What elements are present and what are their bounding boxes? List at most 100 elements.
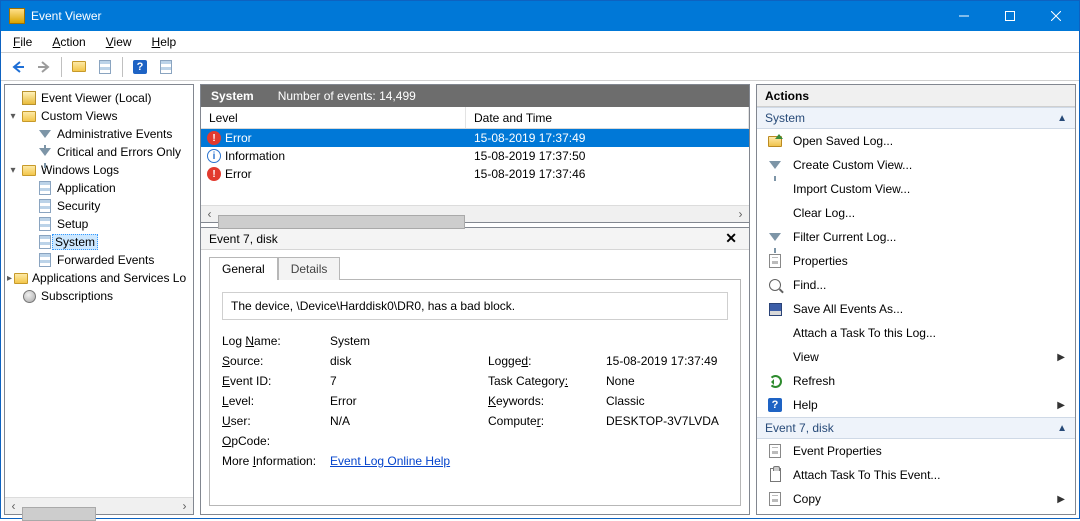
preview-button[interactable] [155,56,177,78]
tab-body-general: The device, \Device\Harddisk0\DR0, has a… [209,279,741,506]
k-eventid: Event ID: [222,374,322,388]
col-level[interactable]: Level [201,107,466,128]
v-eventid: 7 [330,374,480,388]
show-hide-tree-button[interactable] [68,56,90,78]
event-row[interactable]: i Information 15-08-2019 17:37:50 [201,147,749,165]
v-user: N/A [330,414,480,428]
k-level: Level: [222,394,322,408]
action-import-view[interactable]: Import Custom View... [757,177,1075,201]
scroll-left-icon[interactable]: ‹ [201,206,218,223]
action-create-view[interactable]: Create Custom View... [757,153,1075,177]
event-level: Error [225,167,252,181]
action-clear-log[interactable]: Clear Log... [757,201,1075,225]
k-source: Source: [222,354,322,368]
action-filter-log[interactable]: Filter Current Log... [757,225,1075,249]
actions-list: System▲ Open Saved Log... Create Custom … [757,107,1075,514]
log-header: System Number of events: 14,499 [201,85,749,107]
k-computer: Computer: [488,414,598,428]
chevron-up-icon: ▲ [1057,113,1067,124]
tab-details[interactable]: Details [278,257,341,280]
nav-forward-button[interactable] [33,56,55,78]
action-attach-task-log[interactable]: Attach a Task To this Log... [757,321,1075,345]
chevron-right-icon: ▶ [1057,400,1065,411]
tree-h-scrollbar[interactable]: ‹ › [5,497,193,514]
error-icon: ! [207,167,221,181]
tab-general[interactable]: General [209,257,278,280]
tree-admin-events[interactable]: Administrative Events [7,125,191,143]
event-rows[interactable]: !Error15-08-2019 17:37:49 i Information 15-… [201,129,749,205]
chevron-right-icon: ▶ [1057,494,1065,505]
col-date[interactable]: Date and Time [466,107,749,128]
action-find[interactable]: Find... [757,273,1075,297]
event-row[interactable]: ! Error 15-08-2019 17:37:46 [201,165,749,183]
list-h-scrollbar[interactable]: ‹ › [201,205,749,222]
help-button[interactable]: ? [129,56,151,78]
detail-title: Event 7, disk [209,232,278,246]
info-icon: i [207,149,221,163]
app-icon [9,8,25,24]
actions-section-system[interactable]: System▲ [757,107,1075,129]
action-properties[interactable]: Properties [757,249,1075,273]
action-view[interactable]: View▶ [757,345,1075,369]
v-logname: System [330,334,480,348]
tree-app-services[interactable]: ▸Applications and Services Lo [7,269,191,287]
log-header-title: System [211,89,254,103]
action-event-properties[interactable]: Event Properties [757,439,1075,463]
actions-section-event[interactable]: Event 7, disk▲ [757,417,1075,439]
event-date: 15-08-2019 17:37:46 [466,167,749,181]
k-opcode: OpCode: [222,434,322,448]
toolbar: ? [1,53,1079,81]
action-help[interactable]: ?Help▶ [757,393,1075,417]
tree-security[interactable]: Security [7,197,191,215]
event-list: Level Date and Time !Error15-08-2019 17:… [201,107,749,223]
tree-setup[interactable]: Setup [7,215,191,233]
k-logged: Logged: [488,354,598,368]
scroll-right-icon[interactable]: › [176,498,193,515]
tree-system[interactable]: System [7,233,191,251]
v-source: disk [330,354,480,368]
action-refresh[interactable]: Refresh [757,369,1075,393]
action-save-all[interactable]: Save All Events As... [757,297,1075,321]
action-open-saved-log[interactable]: Open Saved Log... [757,129,1075,153]
v-logged: 15-08-2019 17:37:49 [606,354,728,368]
window-title: Event Viewer [31,9,101,23]
nav-tree[interactable]: Event Viewer (Local) ▾Custom Views Admin… [5,85,193,309]
menu-file[interactable]: File [5,33,40,51]
menu-help[interactable]: Help [144,33,185,51]
detail-header: Event 7, disk ✕ [201,228,749,250]
tree-root[interactable]: Event Viewer (Local) [7,89,191,107]
event-date: 15-08-2019 17:37:50 [466,149,749,163]
tree-critical-errors[interactable]: Critical and Errors Only [7,143,191,161]
event-log-online-help-link[interactable]: Event Log Online Help [330,454,450,468]
close-button[interactable] [1033,1,1079,31]
detail-close-button[interactable]: ✕ [721,230,741,247]
detail-tabs: General Details [201,250,749,279]
actions-pane: Actions System▲ Open Saved Log... Create… [756,84,1076,515]
action-copy[interactable]: Copy▶ [757,487,1075,511]
nav-back-button[interactable] [7,56,29,78]
scroll-left-icon[interactable]: ‹ [5,498,22,515]
tree-forwarded[interactable]: Forwarded Events [7,251,191,269]
k-taskcat: Task Category: [488,374,598,388]
column-headers[interactable]: Level Date and Time [201,107,749,129]
event-row[interactable]: !Error15-08-2019 17:37:49 [201,129,749,147]
chevron-up-icon: ▲ [1057,423,1067,434]
event-message: The device, \Device\Harddisk0\DR0, has a… [222,292,728,320]
k-keywords: Keywords: [488,394,598,408]
k-moreinfo: More Information: [222,454,322,468]
minimize-button[interactable] [941,1,987,31]
event-detail-pane: Event 7, disk ✕ General Details The devi… [201,227,749,514]
tree-windows-logs[interactable]: ▾Windows Logs [7,161,191,179]
menu-bar: File Action View Help [1,31,1079,53]
event-level: Information [225,149,285,163]
menu-action[interactable]: Action [44,33,93,51]
content-area: Event Viewer (Local) ▾Custom Views Admin… [1,81,1079,518]
menu-view[interactable]: View [98,33,140,51]
tree-subscriptions[interactable]: Subscriptions [7,287,191,305]
properties-button[interactable] [94,56,116,78]
action-attach-task-event[interactable]: Attach Task To This Event... [757,463,1075,487]
maximize-button[interactable] [987,1,1033,31]
tree-custom-views[interactable]: ▾Custom Views [7,107,191,125]
scroll-right-icon[interactable]: › [732,206,749,223]
tree-application[interactable]: Application [7,179,191,197]
